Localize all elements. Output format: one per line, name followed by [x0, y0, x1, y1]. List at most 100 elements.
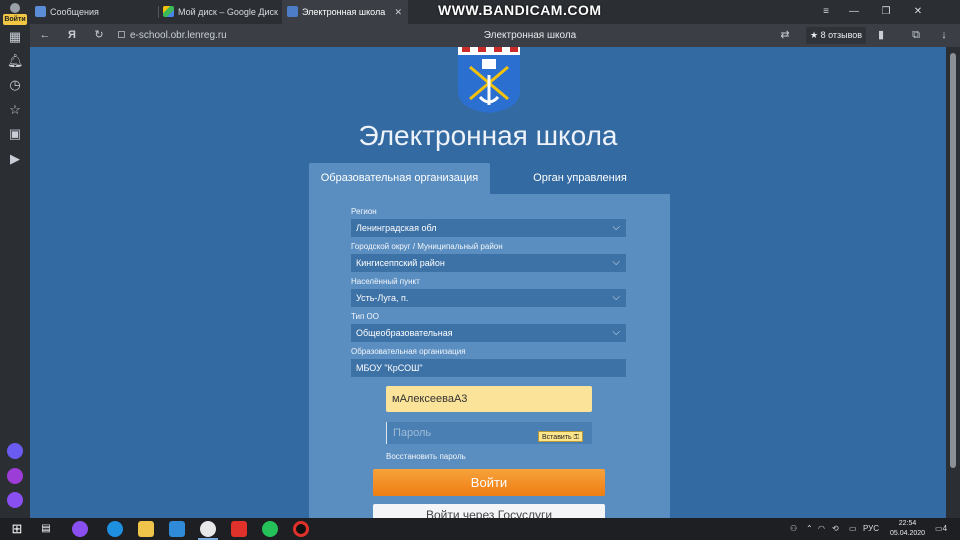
login-button[interactable]: Войти	[373, 469, 605, 496]
close-tab-icon[interactable]: ✕	[394, 0, 402, 24]
clock[interactable]: 22:54 05.04.2020	[890, 519, 925, 539]
messenger-icon[interactable]	[7, 468, 23, 484]
locality-select[interactable]: Усть-Луга, п. ⌵	[351, 289, 626, 307]
language-indicator[interactable]: РУС	[863, 518, 879, 540]
school-type-label: Тип ОО	[351, 312, 380, 321]
windows-start-icon[interactable]: ⊞	[9, 521, 25, 537]
url-field[interactable]: e-school.obr.lenreg.ru	[118, 24, 227, 47]
menu-icon[interactable]: ≡	[812, 0, 840, 24]
download-icon[interactable]: ↓	[935, 24, 953, 47]
user-icon	[10, 3, 20, 13]
tab-governing-body[interactable]: Орган управления	[490, 163, 670, 194]
bandicam-watermark: WWW.BANDICAM.COM	[438, 2, 602, 18]
organization-label: Образовательная организация	[351, 347, 466, 356]
clock-time: 22:54	[898, 520, 917, 527]
tab-messages[interactable]: Сообщения	[30, 0, 158, 24]
task-view-icon[interactable]: ▤	[38, 521, 54, 537]
browser-sidebar: Войти ▦ 🔔︎ ◷ ☆ ▣ ▶	[0, 0, 30, 518]
locality-label: Населённый пункт	[351, 277, 420, 286]
tab-bar: Сообщения Мой диск – Google Диск Электро…	[30, 0, 960, 24]
scrollbar-thumb[interactable]	[950, 53, 956, 468]
notification-count: 4	[942, 524, 948, 533]
paste-tooltip-label: Вставить	[542, 434, 572, 441]
chevron-down-icon: ⌵	[612, 222, 620, 233]
browser-window: Войти ▦ 🔔︎ ◷ ☆ ▣ ▶ Сообщения Мой диск – …	[0, 0, 960, 540]
bell-icon[interactable]: 🔔︎	[7, 53, 24, 69]
history-icon[interactable]: ◷	[7, 77, 23, 93]
video-icon[interactable]: ▶	[7, 151, 23, 167]
restore-icon[interactable]: ❐	[872, 0, 900, 24]
mail-icon[interactable]	[169, 521, 185, 537]
collections-icon[interactable]: ▣	[7, 126, 23, 142]
back-arrow-icon[interactable]: ←	[36, 24, 54, 47]
lock-icon	[118, 31, 125, 38]
login-input[interactable]: мАлексееваА3	[386, 386, 592, 412]
school-type-select[interactable]: Общеобразовательная ⌵	[351, 324, 626, 342]
reviews-badge[interactable]: ★ 8 отзывов	[806, 27, 867, 44]
page-content: Электронная школа Образовательная органи…	[30, 47, 946, 518]
e-school-icon	[287, 6, 298, 17]
district-value: Кингисеппский район	[356, 258, 445, 268]
chevron-down-icon: ⌵	[612, 257, 620, 268]
battery-icon[interactable]: ▭	[849, 518, 857, 540]
tab-label: Электронная школа	[302, 7, 386, 17]
tab-educational-organization[interactable]: Образовательная организация	[309, 163, 490, 194]
translate-icon[interactable]: ⇄	[776, 24, 794, 47]
restore-password-link[interactable]: Восстановить пароль	[386, 452, 466, 461]
reload-icon[interactable]: ↻	[90, 24, 108, 47]
chevron-down-icon: ⌵	[612, 327, 620, 338]
key-icon: ⚿	[573, 434, 579, 441]
region-label: Регион	[351, 207, 377, 216]
bandicam-record-icon[interactable]	[293, 521, 309, 537]
file-explorer-icon[interactable]	[138, 521, 154, 537]
url-text: e-school.obr.lenreg.ru	[130, 30, 227, 41]
apps-grid-icon[interactable]: ▦	[7, 29, 23, 45]
edge-icon[interactable]	[107, 521, 123, 537]
yandex-icon[interactable]	[231, 521, 247, 537]
page-title: Электронная школа	[483, 30, 577, 41]
notifications-icon[interactable]: ▭4	[935, 518, 947, 540]
google-drive-icon	[163, 6, 174, 17]
tab-label: Мой диск – Google Диск	[178, 7, 278, 17]
school-type-value: Общеобразовательная	[356, 328, 453, 338]
chevron-down-icon: ⌵	[612, 292, 620, 303]
gosuslugi-login-button[interactable]: Войти через Госуслуги	[373, 504, 605, 518]
sync-icon[interactable]: ⟲	[832, 518, 839, 540]
locality-value: Усть-Луга, п.	[356, 293, 409, 303]
yandex-browser-icon[interactable]	[200, 521, 216, 537]
district-select[interactable]: Кингисеппский район ⌵	[351, 254, 626, 272]
alice-taskbar-icon[interactable]	[72, 521, 88, 537]
wifi-icon[interactable]: ◠	[818, 518, 825, 540]
region-select[interactable]: Ленинградская обл ⌵	[351, 219, 626, 237]
tab-label: Сообщения	[50, 7, 99, 17]
address-bar: ← Я ↻ e-school.obr.lenreg.ru Электронная…	[30, 24, 960, 47]
district-label: Городской округ / Муниципальный район	[351, 242, 503, 251]
yandex-logo-icon[interactable]: Я	[63, 24, 81, 47]
login-type-tabs: Образовательная организация Орган управл…	[309, 163, 670, 194]
clock-date: 05.04.2020	[890, 530, 926, 537]
profile-avatar[interactable]: Войти	[3, 2, 27, 25]
bookmark-icon[interactable]: ▮	[872, 24, 890, 47]
minimize-icon[interactable]: —	[840, 0, 868, 24]
site-title: Электронная школа	[358, 120, 618, 151]
assistant-icon[interactable]	[7, 492, 23, 508]
extensions-icon[interactable]: ⧉	[907, 24, 925, 47]
region-value: Ленинградская обл	[356, 223, 437, 233]
tab-e-school[interactable]: Электронная школа ✕	[282, 0, 408, 24]
chat-icon	[35, 6, 46, 17]
profile-login-button[interactable]: Войти	[3, 14, 27, 25]
person-icon[interactable]: ⚇	[790, 518, 797, 540]
chevron-up-icon[interactable]: ⌃	[806, 518, 813, 540]
star-icon[interactable]: ☆	[7, 102, 23, 118]
alice-icon[interactable]	[7, 443, 23, 459]
organization-select[interactable]: МБОУ "КрСОШ"	[351, 359, 626, 377]
page-scrollbar[interactable]	[946, 47, 960, 518]
windows-taskbar: ⊞ ▤ ⚇ ⌃ ◠ ⟲ ▭ РУС 22:54 05.04.2020 ▭4	[0, 518, 960, 540]
close-window-icon[interactable]: ✕	[904, 0, 932, 24]
coat-of-arms-icon	[458, 47, 520, 113]
login-form: Регион Ленинградская обл ⌵ Городской окр…	[309, 194, 670, 518]
tab-google-drive[interactable]: Мой диск – Google Диск	[158, 0, 282, 24]
paste-tooltip[interactable]: Вставить ⚿	[538, 431, 583, 442]
whatsapp-icon[interactable]	[262, 521, 278, 537]
organization-value: МБОУ "КрСОШ"	[356, 363, 423, 373]
